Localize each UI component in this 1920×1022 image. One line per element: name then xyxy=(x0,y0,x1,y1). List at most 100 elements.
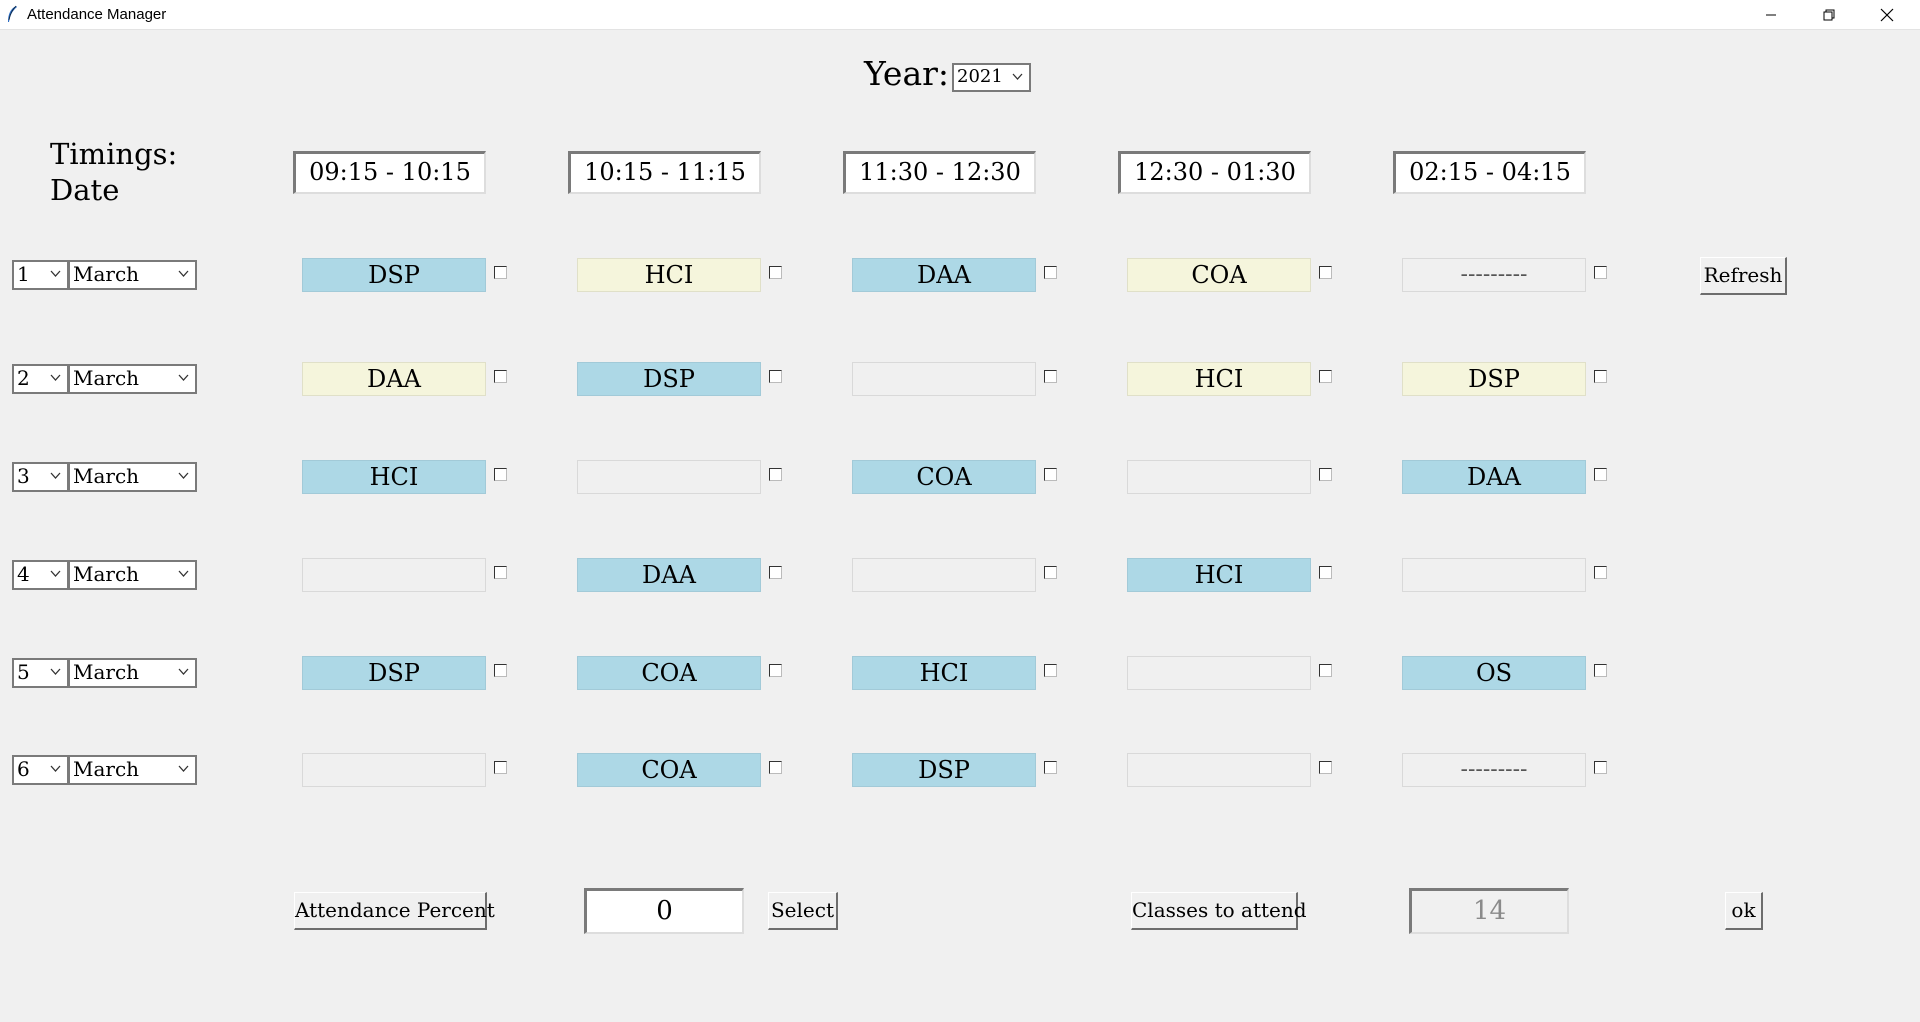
day-value: 5 xyxy=(17,660,30,684)
subject-cell[interactable] xyxy=(1127,656,1311,690)
day-select[interactable]: 6 xyxy=(12,755,69,785)
attendance-checkbox[interactable] xyxy=(1594,468,1607,481)
attendance-checkbox[interactable] xyxy=(494,370,507,383)
attendance-checkbox[interactable] xyxy=(769,370,782,383)
month-select[interactable]: March xyxy=(68,364,197,394)
subject-cell[interactable]: COA xyxy=(577,656,761,690)
month-value: March xyxy=(73,262,140,286)
attendance-checkbox[interactable] xyxy=(1044,370,1057,383)
subject-cell[interactable]: DSP xyxy=(302,258,486,292)
subject-cell[interactable] xyxy=(302,558,486,592)
month-select[interactable]: March xyxy=(68,560,197,590)
attendance-checkbox[interactable] xyxy=(769,761,782,774)
chevron-down-icon xyxy=(178,570,189,577)
chevron-down-icon xyxy=(50,765,61,772)
subject-cell[interactable] xyxy=(852,362,1036,396)
attendance-checkbox[interactable] xyxy=(1319,370,1332,383)
attendance-checkbox[interactable] xyxy=(1594,664,1607,677)
day-select[interactable]: 2 xyxy=(12,364,69,394)
attendance-checkbox[interactable] xyxy=(1319,566,1332,579)
attendance-checkbox[interactable] xyxy=(1594,370,1607,383)
classes-to-attend-button[interactable]: Classes to attend xyxy=(1131,892,1307,930)
subject-cell[interactable]: DAA xyxy=(852,258,1036,292)
attendance-percent-field[interactable]: 0 xyxy=(584,888,744,934)
attendance-checkbox[interactable] xyxy=(494,566,507,579)
month-select[interactable]: March xyxy=(68,462,197,492)
day-select[interactable]: 5 xyxy=(12,658,69,688)
subject-cell[interactable]: COA xyxy=(852,460,1036,494)
close-button[interactable] xyxy=(1858,0,1916,29)
timing-slot-3[interactable]: 11:30 - 12:30 xyxy=(843,151,1036,194)
year-select[interactable]: 2021 xyxy=(952,63,1031,92)
subject-cell[interactable] xyxy=(302,753,486,787)
subject-cell[interactable]: DSP xyxy=(852,753,1036,787)
subject-cell[interactable]: --------- xyxy=(1402,258,1586,292)
attendance-checkbox[interactable] xyxy=(1044,664,1057,677)
day-value: 1 xyxy=(17,262,30,286)
classes-to-attend-field[interactable]: 14 xyxy=(1409,888,1569,934)
subject-cell[interactable]: DSP xyxy=(577,362,761,396)
subject-cell[interactable]: --------- xyxy=(1402,753,1586,787)
attendance-checkbox[interactable] xyxy=(494,761,507,774)
attendance-checkbox[interactable] xyxy=(1319,468,1332,481)
subject-cell[interactable]: DAA xyxy=(577,558,761,592)
subject-cell[interactable]: HCI xyxy=(302,460,486,494)
attendance-checkbox[interactable] xyxy=(1319,761,1332,774)
attendance-checkbox[interactable] xyxy=(769,266,782,279)
attendance-checkbox[interactable] xyxy=(494,468,507,481)
subject-cell[interactable]: HCI xyxy=(852,656,1036,690)
month-select[interactable]: March xyxy=(68,755,197,785)
subject-cell[interactable]: HCI xyxy=(1127,362,1311,396)
timing-slot-4[interactable]: 12:30 - 01:30 xyxy=(1118,151,1311,194)
subject-cell[interactable]: COA xyxy=(1127,258,1311,292)
timing-slot-5[interactable]: 02:15 - 04:15 xyxy=(1393,151,1586,194)
attendance-checkbox[interactable] xyxy=(1044,566,1057,579)
attendance-checkbox[interactable] xyxy=(1319,266,1332,279)
month-select[interactable]: March xyxy=(68,658,197,688)
minimize-icon xyxy=(1766,14,1776,15)
ok-button[interactable]: ok xyxy=(1725,892,1763,930)
chevron-down-icon xyxy=(178,765,189,772)
attendance-checkbox[interactable] xyxy=(494,266,507,279)
attendance-checkbox[interactable] xyxy=(1594,566,1607,579)
minimize-button[interactable] xyxy=(1742,0,1800,29)
attendance-checkbox[interactable] xyxy=(1044,761,1057,774)
month-select[interactable]: March xyxy=(68,260,197,290)
subject-cell[interactable]: DAA xyxy=(302,362,486,396)
attendance-percent-button[interactable]: Attendance Percent xyxy=(294,892,495,930)
subject-cell[interactable]: OS xyxy=(1402,656,1586,690)
attendance-checkbox[interactable] xyxy=(1044,266,1057,279)
attendance-checkbox[interactable] xyxy=(1594,761,1607,774)
chevron-down-icon xyxy=(178,668,189,675)
select-button[interactable]: Select xyxy=(768,892,838,930)
day-value: 3 xyxy=(17,464,30,488)
subject-cell[interactable] xyxy=(1127,753,1311,787)
day-select[interactable]: 4 xyxy=(12,560,69,590)
day-select[interactable]: 1 xyxy=(12,260,69,290)
chevron-down-icon xyxy=(178,374,189,381)
subject-cell[interactable] xyxy=(1402,558,1586,592)
date-label: Date xyxy=(50,173,120,207)
attendance-checkbox[interactable] xyxy=(1319,664,1332,677)
timing-slot-1[interactable]: 09:15 - 10:15 xyxy=(293,151,486,194)
refresh-button[interactable]: Refresh xyxy=(1700,257,1787,295)
timing-slot-2[interactable]: 10:15 - 11:15 xyxy=(568,151,761,194)
subject-cell[interactable]: COA xyxy=(577,753,761,787)
subject-cell[interactable]: DSP xyxy=(1402,362,1586,396)
subject-cell[interactable]: HCI xyxy=(577,258,761,292)
attendance-checkbox[interactable] xyxy=(769,664,782,677)
subject-cell[interactable] xyxy=(577,460,761,494)
attendance-checkbox[interactable] xyxy=(1594,266,1607,279)
subject-cell[interactable] xyxy=(1127,460,1311,494)
subject-cell[interactable] xyxy=(852,558,1036,592)
attendance-checkbox[interactable] xyxy=(769,566,782,579)
attendance-checkbox[interactable] xyxy=(1044,468,1057,481)
year-value: 2021 xyxy=(957,66,1003,87)
restore-button[interactable] xyxy=(1800,0,1858,29)
subject-cell[interactable]: DAA xyxy=(1402,460,1586,494)
day-select[interactable]: 3 xyxy=(12,462,69,492)
attendance-checkbox[interactable] xyxy=(769,468,782,481)
subject-cell[interactable]: DSP xyxy=(302,656,486,690)
attendance-checkbox[interactable] xyxy=(494,664,507,677)
subject-cell[interactable]: HCI xyxy=(1127,558,1311,592)
